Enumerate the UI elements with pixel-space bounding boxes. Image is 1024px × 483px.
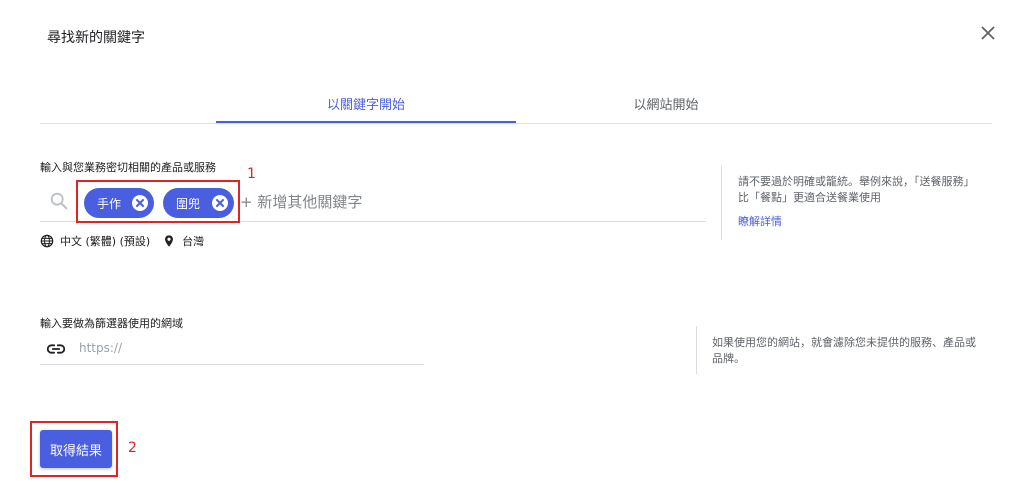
close-icon[interactable] [976,21,1000,45]
keyword-hint: 請不要過於明確或籠統。舉例來說，「送餐服務」比「餐點」更適合送餐業使用 [738,175,975,204]
link-icon [45,338,67,360]
url-filter-hint: 如果使用您的網站，就會濾除您未提供的服務、產品或品牌。 [712,336,976,365]
annotation-box-1 [76,180,240,223]
url-input[interactable] [79,337,409,359]
annotation-number-1: 1 [247,166,256,182]
tab-start-with-website[interactable]: 以網站開始 [516,86,816,124]
annotation-number-2: 2 [128,440,137,456]
add-keyword-input[interactable]: + 新增其他關鍵字 [240,191,362,212]
divider [721,166,722,240]
url-filter-label: 輸入要做為篩選器使用的網域 [40,317,183,330]
url-input-row [40,333,424,365]
location-pin-icon [162,234,176,248]
active-tab-indicator [216,121,516,123]
language-label: 中文 (繁體) (預設) [60,235,151,248]
locale-row: 中文 (繁體) (預設) 台灣 [40,232,216,250]
tab-bar: 以關鍵字開始 以網站開始 [40,86,992,124]
learn-more-link[interactable]: 瞭解詳情 [738,213,782,229]
tab-start-with-keywords[interactable]: 以關鍵字開始 [216,86,516,124]
language-selector[interactable]: 中文 (繁體) (預設) [40,233,150,249]
dialog-title: 尋找新的關鍵字 [47,30,145,46]
location-selector[interactable]: 台灣 [162,233,204,249]
location-label: 台灣 [182,235,205,248]
divider [696,326,697,374]
annotation-box-2 [30,421,118,477]
keywords-label: 輸入與您業務密切相關的產品或服務 [40,161,216,174]
globe-icon [40,234,54,248]
search-icon [48,190,70,212]
